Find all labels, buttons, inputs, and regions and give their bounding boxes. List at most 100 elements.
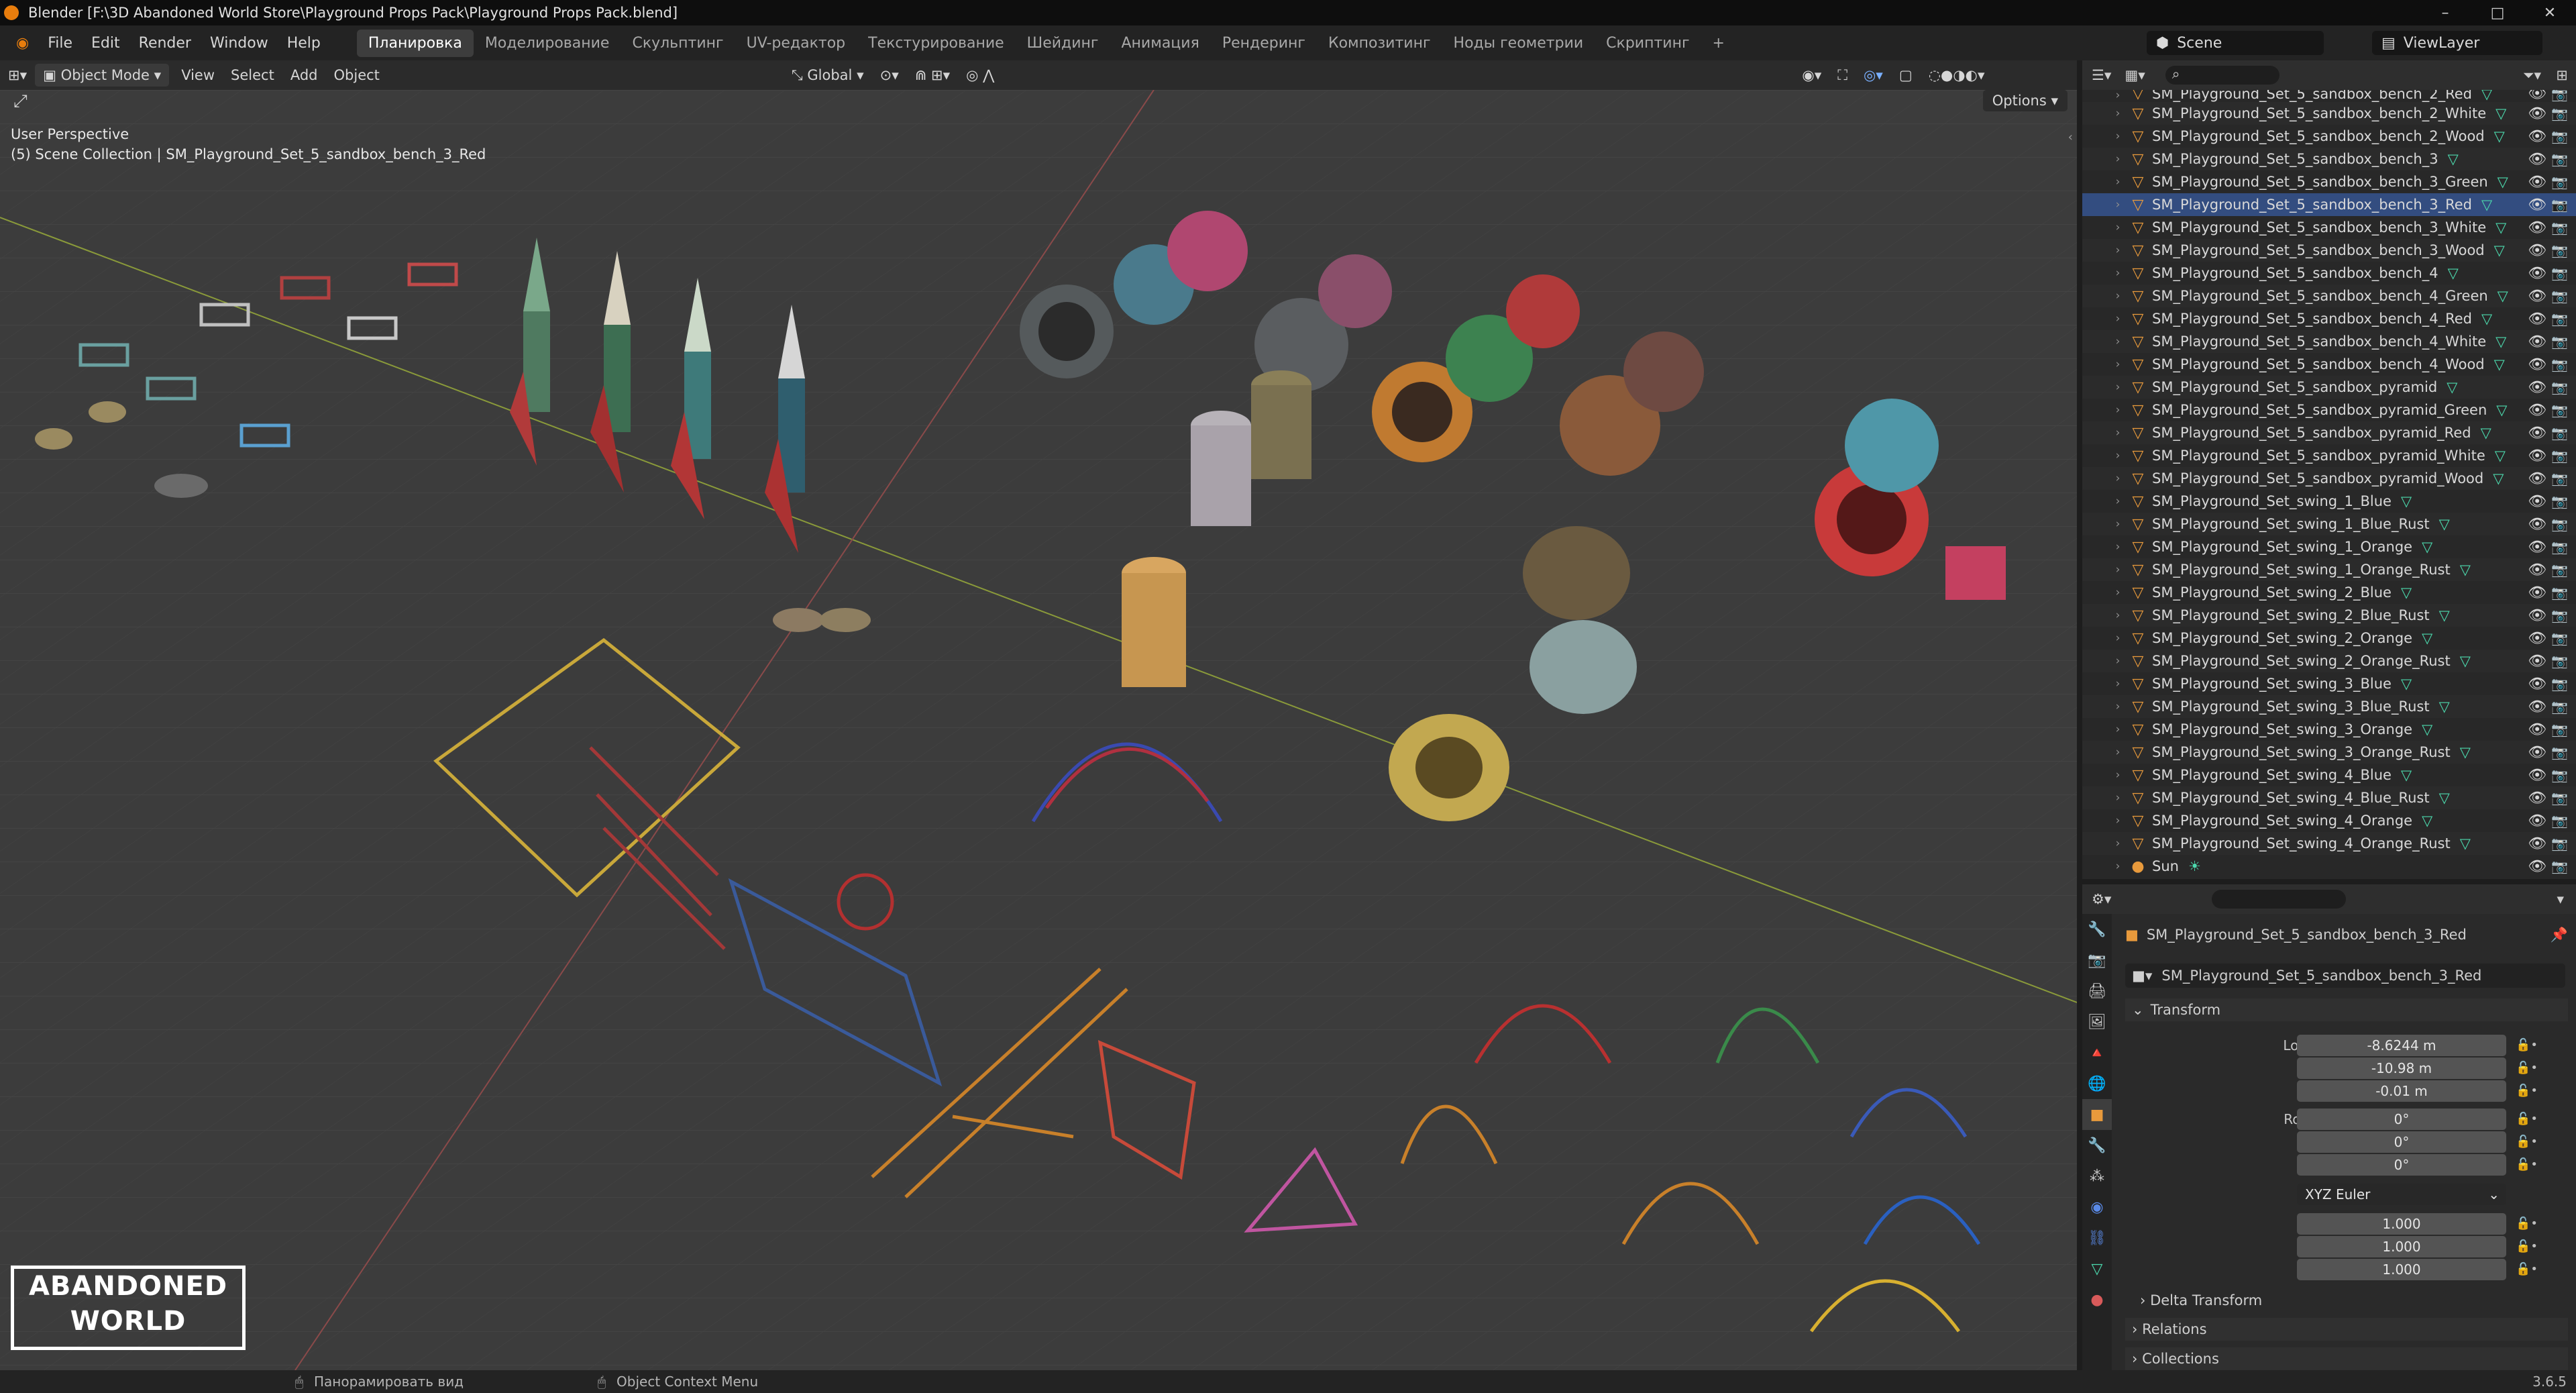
expand-arrow-icon[interactable]: › — [2108, 654, 2128, 668]
outliner-row[interactable]: › ▽ SM_Playground_Set_swing_2_Orange_Rust ▽… — [2082, 650, 2576, 672]
world-tab-icon[interactable]: 🌐 — [2082, 1068, 2112, 1099]
object-tab-icon[interactable]: ■ — [2082, 1099, 2112, 1130]
visibility-eye-icon[interactable]: 👁 — [2528, 311, 2546, 327]
render-visibility-icon[interactable]: 📷 — [2551, 630, 2568, 646]
expand-arrow-icon[interactable]: › — [2108, 358, 2128, 371]
outliner-row[interactable]: › ▽ SM_Playground_Set_swing_3_Blue ▽ 👁 📷 — [2082, 672, 2576, 695]
render-visibility-icon[interactable]: 📷 — [2551, 174, 2568, 190]
menu-view[interactable]: View — [173, 64, 223, 87]
object-name-field[interactable]: ■▾ SM_Playground_Set_5_sandbox_bench_3_R… — [2125, 964, 2565, 988]
lock-location-z-icon[interactable]: 🔓• — [2516, 1080, 2538, 1102]
transform-tool-icon[interactable]: ⤢ — [13, 91, 28, 112]
display-mode-icon[interactable]: ▦▾ — [2125, 67, 2145, 83]
visibility-eye-icon[interactable]: 👁 — [2528, 470, 2546, 487]
visibility-eye-icon[interactable]: 👁 — [2528, 767, 2546, 784]
expand-arrow-icon[interactable]: › — [2108, 426, 2128, 440]
mesh-data-icon[interactable]: ▽ — [2496, 219, 2506, 236]
expand-arrow-icon[interactable]: › — [2108, 130, 2128, 143]
outliner-row[interactable]: › ▽ SM_Playground_Set_swing_1_Orange ▽ 👁 📷 — [2082, 535, 2576, 558]
menu-select[interactable]: Select — [223, 64, 282, 87]
render-visibility-icon[interactable]: 📷 — [2551, 584, 2568, 601]
light-data-icon[interactable]: ☀ — [2188, 858, 2201, 874]
outliner-row[interactable]: › ▽ SM_Playground_Set_5_sandbox_bench_2_Wo… — [2082, 125, 2576, 148]
tab-compositing[interactable]: Композитинг — [1317, 30, 1442, 57]
tab-scripting[interactable]: Скриптинг — [1595, 30, 1701, 57]
render-visibility-icon[interactable]: 📷 — [2551, 333, 2568, 350]
particles-tab-icon[interactable]: ⁂ — [2082, 1161, 2112, 1192]
tab-geometry-nodes[interactable]: Ноды геометрии — [1442, 30, 1595, 57]
mesh-data-icon[interactable]: ▽ — [2496, 333, 2506, 350]
lock-scale-z-icon[interactable]: 🔓• — [2516, 1259, 2538, 1280]
modifier-tab-icon[interactable]: 🔧 — [2082, 1130, 2112, 1161]
expand-arrow-icon[interactable]: › — [2108, 563, 2128, 576]
expand-arrow-icon[interactable]: › — [2108, 198, 2128, 211]
outliner-row[interactable]: › ▽ SM_Playground_Set_5_sandbox_pyramid_Wo… — [2082, 467, 2576, 490]
render-visibility-icon[interactable]: 📷 — [2551, 151, 2568, 167]
mesh-data-icon[interactable]: ▽ — [2422, 630, 2432, 646]
overlays-icon[interactable]: ◎▾ — [1856, 64, 1891, 87]
scene-selector[interactable]: ⬢ Scene — [2147, 31, 2324, 55]
visibility-eye-icon[interactable]: 👁 — [2528, 835, 2546, 852]
outliner-row[interactable]: › ▽ SM_Playground_Set_5_sandbox_bench_2_Re… — [2082, 90, 2576, 102]
visibility-eye-icon[interactable]: 👁 — [2528, 607, 2546, 624]
render-visibility-icon[interactable]: 📷 — [2551, 265, 2568, 281]
render-visibility-icon[interactable]: 📷 — [2551, 767, 2568, 783]
render-visibility-icon[interactable]: 📷 — [2551, 219, 2568, 236]
pin-icon[interactable]: 📌 — [2551, 927, 2568, 943]
mesh-data-icon[interactable]: ▽ — [2422, 721, 2432, 737]
mesh-data-icon[interactable]: ▽ — [2448, 151, 2459, 167]
maximize-button[interactable]: □ — [2471, 0, 2524, 25]
render-visibility-icon[interactable]: 📷 — [2551, 562, 2568, 578]
new-collection-icon[interactable]: ⊞ — [2556, 67, 2568, 83]
add-workspace-button[interactable]: + — [1701, 30, 1736, 57]
lock-location-x-icon[interactable]: 🔓• — [2516, 1035, 2538, 1056]
expand-arrow-icon[interactable]: › — [2108, 700, 2128, 713]
visibility-eye-icon[interactable]: 👁 — [2528, 128, 2546, 145]
snap-icon[interactable]: ⋒ ⊞▾ — [907, 64, 958, 87]
expand-arrow-icon[interactable]: › — [2108, 517, 2128, 531]
visibility-eye-icon[interactable]: 👁 — [2528, 721, 2546, 738]
material-tab-icon[interactable]: ● — [2082, 1284, 2112, 1315]
mesh-data-icon[interactable]: ▽ — [2481, 197, 2492, 213]
visibility-eye-icon[interactable]: 👁 — [2528, 151, 2546, 168]
blender-menu-icon[interactable]: ◉ — [7, 35, 38, 52]
scale-x-field[interactable]: 1.000 — [2297, 1213, 2506, 1235]
render-visibility-icon[interactable]: 📷 — [2551, 470, 2568, 486]
outliner-row[interactable]: › ▽ SM_Playground_Set_5_sandbox_bench_3 ▽ 👁 📷 — [2082, 148, 2576, 170]
tab-shading[interactable]: Шейдинг — [1016, 30, 1110, 57]
render-visibility-icon[interactable]: 📷 — [2551, 858, 2568, 874]
visibility-eye-icon[interactable]: 👁 — [2528, 219, 2546, 236]
outliner-row[interactable]: › ▽ SM_Playground_Set_5_sandbox_bench_3_Wo… — [2082, 239, 2576, 262]
tab-uv-editing[interactable]: UV-редактор — [735, 30, 857, 57]
expand-arrow-icon[interactable]: › — [2108, 586, 2128, 599]
outliner-row[interactable]: › ▽ SM_Playground_Set_swing_3_Orange_Rust ▽… — [2082, 741, 2576, 764]
expand-arrow-icon[interactable]: › — [2108, 791, 2128, 805]
properties-editor-icon[interactable]: ⚙▾ — [2092, 891, 2111, 907]
visibility-icon[interactable]: ◉▾ — [1794, 64, 1829, 87]
outliner-row[interactable]: › ▽ SM_Playground_Set_5_sandbox_bench_3_Wh… — [2082, 216, 2576, 239]
relations-panel[interactable]: › Relations — [2125, 1318, 2568, 1341]
transform-panel-header[interactable]: ⌄ Transform — [2125, 998, 2568, 1021]
expand-arrow-icon[interactable]: › — [2108, 609, 2128, 622]
mesh-data-icon[interactable]: ▽ — [2494, 128, 2505, 144]
visibility-eye-icon[interactable]: 👁 — [2528, 790, 2546, 807]
menu-file[interactable]: File — [38, 35, 82, 52]
mode-selector[interactable]: ▣ Object Mode ▾ — [35, 64, 170, 87]
tab-layout[interactable]: Планировка — [356, 29, 474, 57]
mesh-data-icon[interactable]: ▽ — [2460, 562, 2471, 578]
rotation-z-field[interactable]: 0° — [2297, 1154, 2506, 1176]
expand-arrow-icon[interactable]: › — [2108, 677, 2128, 690]
mesh-data-icon[interactable]: ▽ — [2460, 653, 2471, 669]
mesh-data-icon[interactable]: ▽ — [2401, 493, 2412, 509]
outliner-row[interactable]: › ▽ SM_Playground_Set_swing_3_Orange ▽ 👁 📷 — [2082, 718, 2576, 741]
render-visibility-icon[interactable]: 📷 — [2551, 197, 2568, 213]
expand-arrow-icon[interactable]: › — [2108, 837, 2128, 850]
mesh-data-icon[interactable]: ▽ — [2498, 174, 2508, 190]
render-visibility-icon[interactable]: 📷 — [2551, 311, 2568, 327]
sidebar-toggle-icon[interactable]: ‹ — [2068, 130, 2073, 144]
physics-tab-icon[interactable]: ◉ — [2082, 1192, 2112, 1223]
rotation-mode-select[interactable]: XYZ Euler ⌄ — [2297, 1184, 2506, 1205]
mesh-data-icon[interactable]: ▽ — [2439, 607, 2450, 623]
expand-arrow-icon[interactable]: › — [2108, 175, 2128, 189]
expand-arrow-icon[interactable]: › — [2108, 631, 2128, 645]
